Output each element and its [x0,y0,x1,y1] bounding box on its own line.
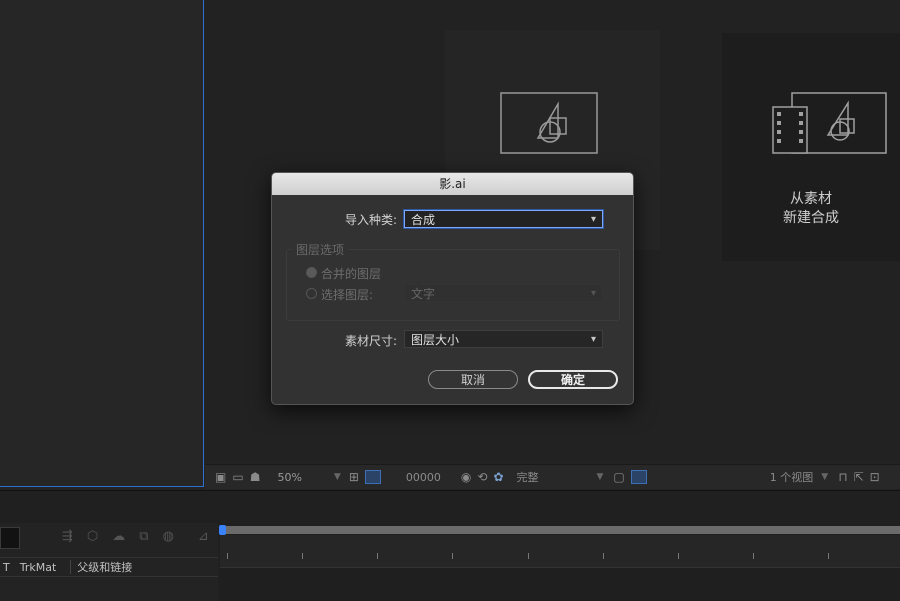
timecode[interactable]: 00000 [406,471,441,484]
column-divider [70,560,72,574]
graph-editor-icon[interactable]: ⊿ [198,529,209,544]
import-kind-value: 合成 [411,213,436,227]
ruler-tick [678,553,679,559]
frame-blending-icon[interactable]: ⧉ [139,529,148,544]
column-t[interactable]: T [3,561,10,574]
timeline-column-headers: T TrkMat 父级和链接 [0,557,218,577]
camera-icon[interactable]: ◉ [461,470,471,484]
import-kind-select[interactable]: 合成 ▾ [404,210,603,228]
new-comp-from-footage-tile[interactable]: 从素材 新建合成 [722,33,900,261]
snapshot-icon[interactable]: ⟲ [477,470,487,484]
ruler-tick [377,553,378,559]
time-ruler[interactable] [220,535,900,568]
timeline-search-box[interactable] [0,527,20,549]
chevron-down-icon[interactable]: ▼ [821,472,828,482]
footage-size-select[interactable]: 图层大小 ▾ [404,330,603,348]
transparency-toggle-icon[interactable] [630,470,647,484]
radio-choose-label: 选择图层: [321,288,374,302]
import-dialog: 影.ai 导入种类: 合成 ▾ 图层选项 合并的图层 选择图层: 文字 ▾ 素材… [271,172,634,405]
ruler-tick [302,553,303,559]
export-frame-icon[interactable]: ⇱ [854,470,864,484]
work-area-bar[interactable] [220,526,900,534]
color-channels-icon[interactable]: ✿ [493,470,503,484]
timeline-panel: ⇶ ⬡ ☁ ⧉ ◍ ⊿ T TrkMat 父级和链接 [0,490,900,601]
chevron-down-icon: ▾ [590,214,596,225]
viewer-toolbar: ▣ ▭ ☗ 50% ▼ ⊞ 00000 ◉ ⟲ ✿ 完整 ▼ ▢ 1 个视图 ▼… [205,464,900,489]
column-parent-link[interactable]: 父级和链接 [77,559,132,575]
composition-shapes-icon [500,92,598,154]
layer-options-title: 图层选项 [292,241,349,258]
region-of-interest-icon[interactable]: ▢ [613,470,624,484]
motion-blur-icon[interactable]: ◍ [163,529,174,544]
import-kind-label: 导入种类: [344,213,397,227]
chevron-down-icon: ▾ [590,288,596,299]
playhead[interactable] [219,525,226,535]
footage-composition-icon [772,92,887,154]
shy-icon[interactable]: ☁ [112,529,125,544]
new-comp-line1: 从素材 [790,191,832,207]
ruler-tick [753,553,754,559]
monitor-icon[interactable]: ▭ [232,470,243,484]
ruler-tick [452,553,453,559]
ruler-tick [227,553,228,559]
reset-exposure-icon[interactable]: ⊓ [838,470,847,484]
new-composition-icon[interactable] [500,92,598,154]
fast-preview-icon[interactable]: ⊡ [870,470,880,484]
footage-size-label: 素材尺寸: [344,334,397,348]
ruler-tick [528,553,529,559]
ruler-tick [828,553,829,559]
always-preview-icon[interactable]: ▣ [215,470,226,484]
footage-size-value: 图层大小 [411,333,460,347]
resolution-select[interactable]: 完整 [517,469,539,485]
cancel-button[interactable]: 取消 [428,370,518,389]
new-comp-label: 从素材 新建合成 [722,190,900,228]
column-trkmat[interactable]: TrkMat [20,561,57,574]
choose-layer-value: 文字 [411,287,436,301]
radio-choose-layer[interactable] [306,288,317,299]
chevron-down-icon[interactable]: ▼ [597,472,604,482]
comp-flowchart-icon[interactable]: ⇶ [62,529,73,544]
mask-visibility-icon[interactable]: ☗ [250,470,261,484]
transparency-grid-icon[interactable] [364,470,381,484]
dialog-title: 影.ai [272,173,633,195]
ruler-tick [603,553,604,559]
choose-layer-select[interactable]: 文字 ▾ [404,284,603,302]
radio-merged-layers[interactable] [306,267,317,278]
timeline-switches: ⇶ ⬡ ☁ ⧉ ◍ ⊿ [62,529,209,544]
ok-button[interactable]: 确定 [528,370,618,389]
radio-merged-label: 合并的图层 [321,267,382,281]
views-select[interactable]: 1 个视图 [770,469,814,485]
zoom-select[interactable]: 50% [277,471,301,484]
new-comp-line2: 新建合成 [783,210,839,226]
chevron-down-icon: ▾ [590,334,596,345]
chevron-down-icon[interactable]: ▼ [334,472,341,482]
project-panel [0,0,204,487]
draft-3d-icon[interactable]: ⬡ [87,529,98,544]
grid-icon[interactable]: ⊞ [349,470,359,484]
